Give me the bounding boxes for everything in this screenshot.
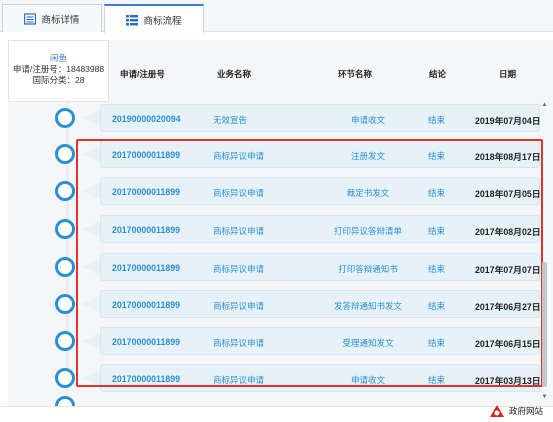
international-class: 国际分类：28 <box>32 75 85 85</box>
row-application-number: 20170000011899 <box>112 263 181 273</box>
process-row[interactable]: 20190000020094 无效宣告 申请收文 结束 2019年07月04日 <box>100 104 541 132</box>
gov-logo-icon <box>489 405 504 417</box>
row-application-number: 20170000011899 <box>112 337 181 347</box>
timeline-node <box>55 257 75 277</box>
trademark-name: 闲鱼 <box>49 53 67 63</box>
row-application-number: 20190000020094 <box>112 114 181 124</box>
row-date: 2017年08月02日 <box>475 227 541 237</box>
process-row[interactable]: 20170000011899 商标异议申请 发答辩通知书发文 结束 2017年06月27… <box>100 290 541 318</box>
row-date: 2017年07月07日 <box>475 265 541 275</box>
row-pointer <box>82 296 100 312</box>
row-result: 结束 <box>428 301 446 311</box>
row-date: 2017年06月15日 <box>475 339 541 349</box>
scroll-down-icon[interactable]: ▼ <box>541 394 548 401</box>
row-pointer <box>82 146 100 162</box>
row-business-name: 商标异议申请 <box>213 226 265 236</box>
row-step-name: 申请收文 <box>350 115 385 125</box>
timeline-node <box>55 219 75 239</box>
row-date: 2018年08月17日 <box>475 152 541 162</box>
timeline-node <box>55 331 75 351</box>
row-pointer <box>82 370 100 386</box>
timeline-node <box>55 294 75 314</box>
bottom-bar <box>0 406 553 422</box>
tab-label: 商标详情 <box>41 14 80 26</box>
row-business-name: 商标异议申请 <box>213 188 265 198</box>
col-header-result: 结论 <box>429 69 447 79</box>
row-application-number: 20170000011899 <box>112 374 181 384</box>
process-row[interactable]: 20170000011899 商标异议申请 打印异议答辩清单 结束 2017年08月02… <box>100 215 541 243</box>
row-pointer <box>82 183 100 199</box>
row-date: 2017年03月13日 <box>475 376 541 386</box>
row-pointer <box>82 110 100 126</box>
row-application-number: 20170000011899 <box>112 187 181 197</box>
scroll-thumb[interactable] <box>542 262 547 387</box>
timeline-node <box>55 144 75 164</box>
timeline-node <box>55 368 75 388</box>
row-business-name: 无效宣告 <box>213 115 248 125</box>
gov-website-label: 政府网站 <box>508 406 543 416</box>
row-step-name: 发答辩通知书发文 <box>333 301 402 311</box>
list-detail-icon <box>24 12 37 25</box>
row-pointer <box>82 221 100 237</box>
row-step-name: 打印异议答辩清单 <box>333 226 402 236</box>
col-header-date: 日期 <box>499 69 517 79</box>
scrollbar[interactable]: ▲ ▼ <box>541 102 548 402</box>
process-row[interactable]: 20170000011899 商标异议申请 注册发文 结束 2018年08月17日 <box>100 140 541 168</box>
row-business-name: 商标异议申请 <box>213 338 265 348</box>
tab-bar: 商标详情 商标流程 <box>0 0 553 33</box>
row-business-name: 商标异议申请 <box>213 301 265 311</box>
row-business-name: 商标异议申请 <box>213 375 265 385</box>
process-row[interactable]: 20170000011899 商标异议申请 裁定书发文 结束 2018年07月05日 <box>100 177 541 205</box>
row-step-name: 裁定书发文 <box>346 188 390 198</box>
row-date: 2018年07月05日 <box>475 189 541 199</box>
col-header-number: 申请/注册号 <box>120 69 165 79</box>
col-header-business: 业务名称 <box>217 69 252 79</box>
row-result: 结束 <box>428 338 446 348</box>
row-business-name: 商标异议申请 <box>213 264 265 274</box>
row-step-name: 受理通知发文 <box>342 338 394 348</box>
tab-trademark-details[interactable]: 商标详情 <box>2 4 102 32</box>
row-result: 结束 <box>428 151 446 161</box>
row-step-name: 打印答辩通知书 <box>338 264 398 274</box>
row-application-number: 20170000011899 <box>112 225 181 235</box>
process-row[interactable]: 20170000011899 商标异议申请 受理通知发文 结束 2017年06月15日 <box>100 327 541 355</box>
row-business-name: 商标异议申请 <box>213 151 265 161</box>
timeline-node <box>55 181 75 201</box>
process-row[interactable]: 20170000011899 商标异议申请 申请收文 结束 2017年03月13日 <box>100 364 541 392</box>
timeline-node <box>55 108 75 128</box>
row-result: 结束 <box>428 226 446 236</box>
scroll-up-icon[interactable]: ▲ <box>541 102 548 109</box>
row-result: 结束 <box>428 115 446 125</box>
tab-trademark-process[interactable]: 商标流程 <box>104 4 204 33</box>
row-pointer <box>82 333 100 349</box>
row-application-number: 20170000011899 <box>112 300 181 310</box>
row-pointer <box>82 259 100 275</box>
tab-label: 商标流程 <box>143 15 182 27</box>
row-step-name: 申请收文 <box>350 375 385 385</box>
row-date: 2019年07月04日 <box>475 116 541 126</box>
trademark-info-card: 闲鱼 申请/注册号：18483988 国际分类：28 <box>8 40 109 102</box>
registration-number: 申请/注册号：18483988 <box>12 64 105 74</box>
row-result: 结束 <box>428 188 446 198</box>
row-result: 结束 <box>428 375 446 385</box>
gov-website-badge[interactable]: 政府网站 <box>489 404 543 418</box>
table-header: 申请/注册号 业务名称 环节名称 结论 日期 <box>109 40 553 102</box>
process-row[interactable]: 20170000011899 商标异议申请 打印答辩通知书 结束 2017年07月07日 <box>100 253 541 281</box>
row-step-name: 注册发文 <box>350 151 385 161</box>
col-header-step: 环节名称 <box>338 69 373 79</box>
flow-list-icon <box>126 14 139 25</box>
row-date: 2017年06月27日 <box>475 302 541 312</box>
row-result: 结束 <box>428 264 446 274</box>
row-application-number: 20170000011899 <box>112 150 181 160</box>
